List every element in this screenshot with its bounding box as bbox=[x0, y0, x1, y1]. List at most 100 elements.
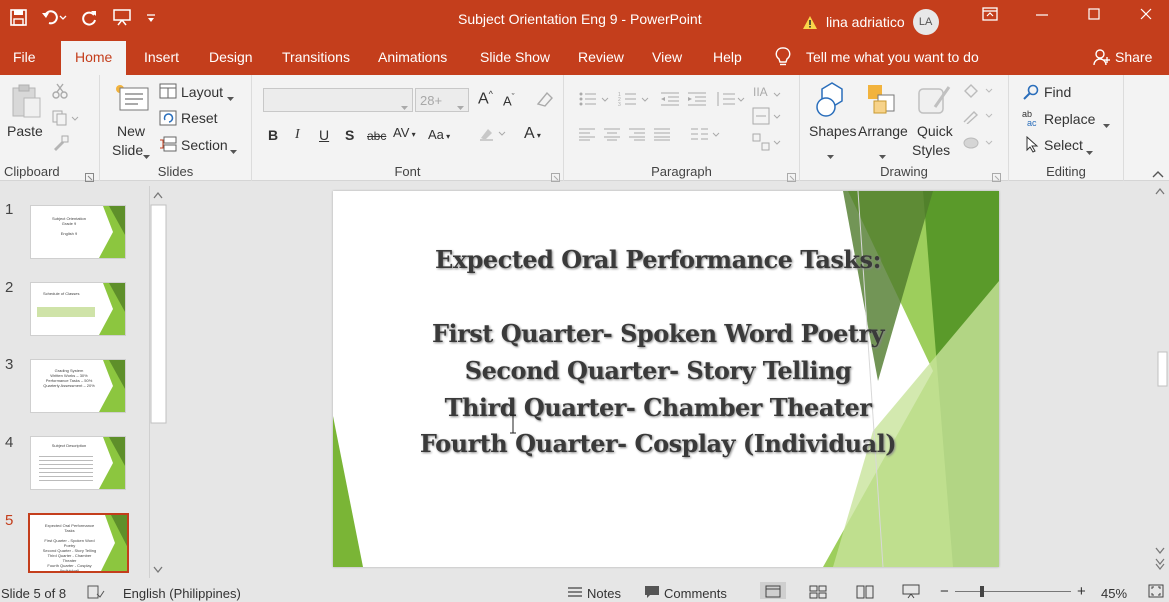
italic-icon[interactable]: I bbox=[295, 127, 300, 143]
copy-icon[interactable] bbox=[52, 110, 80, 129]
slide-scrollbar[interactable] bbox=[1152, 182, 1169, 580]
zoom-slider-track[interactable] bbox=[955, 591, 1071, 592]
slide-line-3[interactable]: Third Quarter- Chamber Theater bbox=[393, 393, 923, 422]
new-slide-icon[interactable] bbox=[114, 82, 150, 119]
tab-animations[interactable]: Animations bbox=[378, 49, 447, 65]
character-spacing-icon[interactable]: AV ▾ bbox=[393, 125, 416, 140]
arrange-icon[interactable] bbox=[866, 83, 898, 120]
zoom-out-icon[interactable]: − bbox=[940, 583, 949, 600]
convert-to-smartart-icon[interactable] bbox=[752, 133, 782, 154]
bold-icon[interactable]: B bbox=[268, 127, 278, 143]
chevron-down-icon[interactable] bbox=[827, 147, 834, 163]
tab-view[interactable]: View bbox=[652, 49, 682, 65]
align-text-icon[interactable] bbox=[752, 107, 782, 128]
shape-fill-icon[interactable] bbox=[962, 83, 996, 102]
section-button[interactable]: Section bbox=[181, 137, 228, 153]
normal-view-icon[interactable] bbox=[760, 582, 786, 599]
new-slide-label-2[interactable]: Slide bbox=[112, 142, 143, 158]
slide-canvas[interactable]: Expected Oral Performance Tasks: First Q… bbox=[333, 191, 999, 567]
share-button[interactable]: Share bbox=[1115, 49, 1152, 65]
collapse-ribbon-icon[interactable] bbox=[1152, 165, 1164, 181]
align-center-icon[interactable] bbox=[603, 127, 621, 144]
font-color-icon[interactable]: A ▾ bbox=[524, 125, 541, 143]
reset-button[interactable]: Reset bbox=[181, 110, 218, 126]
tab-transitions[interactable]: Transitions bbox=[282, 49, 350, 65]
avatar[interactable]: LA bbox=[912, 9, 939, 35]
slide-line-1[interactable]: First Quarter- Spoken Word Poetry bbox=[393, 319, 923, 348]
tab-slide-show[interactable]: Slide Show bbox=[480, 49, 550, 65]
paste-icon[interactable] bbox=[10, 83, 42, 122]
columns-icon[interactable] bbox=[690, 127, 722, 144]
chevron-down-icon[interactable] bbox=[143, 147, 150, 163]
slide-show-view-icon[interactable] bbox=[902, 584, 920, 602]
tell-me-search[interactable]: Tell me what you want to do bbox=[806, 49, 979, 65]
thumbnail-scrollbar[interactable] bbox=[149, 186, 167, 578]
tab-file[interactable]: File bbox=[13, 49, 36, 65]
decrease-font-icon[interactable]: Aˇ bbox=[503, 92, 515, 108]
zoom-in-icon[interactable]: + bbox=[1077, 583, 1086, 600]
account-area[interactable]: lina adriatico LA bbox=[802, 9, 939, 35]
quick-styles-icon[interactable] bbox=[917, 83, 953, 122]
line-spacing-icon[interactable] bbox=[715, 91, 745, 110]
slide-thumbnail-1[interactable]: Subject Orientation Grade 9 English 9 bbox=[30, 205, 126, 259]
present-from-start-icon[interactable] bbox=[112, 8, 132, 31]
maximize-icon[interactable] bbox=[1068, 7, 1120, 26]
shape-outline-icon[interactable] bbox=[962, 108, 996, 127]
cut-icon[interactable] bbox=[52, 83, 68, 102]
save-icon[interactable] bbox=[10, 8, 27, 31]
font-name-input[interactable] bbox=[263, 88, 413, 112]
clear-formatting-icon[interactable] bbox=[535, 90, 555, 111]
quick-styles-label-1[interactable]: Quick bbox=[917, 123, 953, 139]
undo-icon[interactable] bbox=[41, 9, 67, 31]
ribbon-display-options-icon[interactable] bbox=[964, 7, 1016, 26]
slide-thumbnail-4[interactable]: Subject Description bbox=[30, 436, 126, 490]
shapes-button[interactable]: Shapes bbox=[809, 123, 856, 139]
font-size-input[interactable]: 28+ bbox=[415, 88, 469, 112]
shapes-icon[interactable] bbox=[812, 81, 850, 122]
slide-heading[interactable]: Expected Oral Performance Tasks: bbox=[393, 245, 923, 274]
zoom-slider-thumb[interactable] bbox=[980, 586, 984, 597]
minimize-icon[interactable] bbox=[1016, 7, 1068, 26]
chevron-down-icon[interactable] bbox=[227, 89, 234, 105]
tab-home[interactable]: Home bbox=[61, 41, 127, 75]
tab-review[interactable]: Review bbox=[578, 49, 624, 65]
spelling-icon[interactable] bbox=[87, 585, 105, 602]
replace-button[interactable]: Replace bbox=[1044, 111, 1095, 127]
fit-slide-icon[interactable] bbox=[1148, 584, 1164, 601]
change-case-icon[interactable]: Aa ▾ bbox=[428, 127, 450, 142]
slide-thumbnail-5[interactable]: Expected Oral Performance Tasks First Qua… bbox=[28, 513, 129, 573]
select-button[interactable]: Select bbox=[1044, 137, 1083, 153]
layout-button[interactable]: Layout bbox=[181, 84, 223, 100]
slide-thumbnail-3[interactable]: Grading System Written Works – 30% Perform… bbox=[30, 359, 126, 413]
strikethrough-icon[interactable]: abc bbox=[367, 129, 386, 143]
justify-icon[interactable] bbox=[653, 127, 671, 144]
reading-view-icon[interactable] bbox=[856, 585, 874, 602]
paste-button[interactable]: Paste bbox=[7, 123, 43, 139]
arrange-button[interactable]: Arrange bbox=[858, 123, 908, 139]
slide-line-2[interactable]: Second Quarter- Story Telling bbox=[393, 356, 923, 385]
shape-effects-icon[interactable] bbox=[962, 135, 996, 154]
tab-help[interactable]: Help bbox=[713, 49, 742, 65]
find-button[interactable]: Find bbox=[1044, 84, 1071, 100]
slide-thumbnail-2[interactable]: Schedule of Classes bbox=[30, 282, 126, 336]
quick-styles-label-2[interactable]: Styles bbox=[912, 142, 950, 158]
bullets-icon[interactable] bbox=[578, 91, 612, 110]
format-painter-icon[interactable] bbox=[52, 135, 70, 154]
customize-qat-icon[interactable] bbox=[146, 13, 156, 26]
increase-indent-icon[interactable] bbox=[687, 91, 707, 110]
increase-font-icon[interactable]: A^ bbox=[478, 89, 493, 108]
slide-line-4[interactable]: Fourth Quarter- Cosplay (Individual) bbox=[373, 429, 943, 458]
text-direction-icon[interactable]: IIA bbox=[752, 81, 782, 104]
chevron-down-icon[interactable] bbox=[1103, 116, 1110, 132]
tab-design[interactable]: Design bbox=[209, 49, 253, 65]
tab-insert[interactable]: Insert bbox=[144, 49, 179, 65]
slide-sorter-icon[interactable] bbox=[809, 585, 827, 602]
decrease-indent-icon[interactable] bbox=[660, 91, 680, 110]
new-slide-label-1[interactable]: New bbox=[117, 123, 145, 139]
chevron-down-icon[interactable] bbox=[230, 142, 237, 158]
numbering-icon[interactable]: 123 bbox=[618, 91, 652, 110]
align-right-icon[interactable] bbox=[628, 127, 646, 144]
text-shadow-icon[interactable]: S bbox=[345, 127, 354, 143]
close-icon[interactable] bbox=[1120, 7, 1169, 26]
align-left-icon[interactable] bbox=[578, 127, 596, 144]
